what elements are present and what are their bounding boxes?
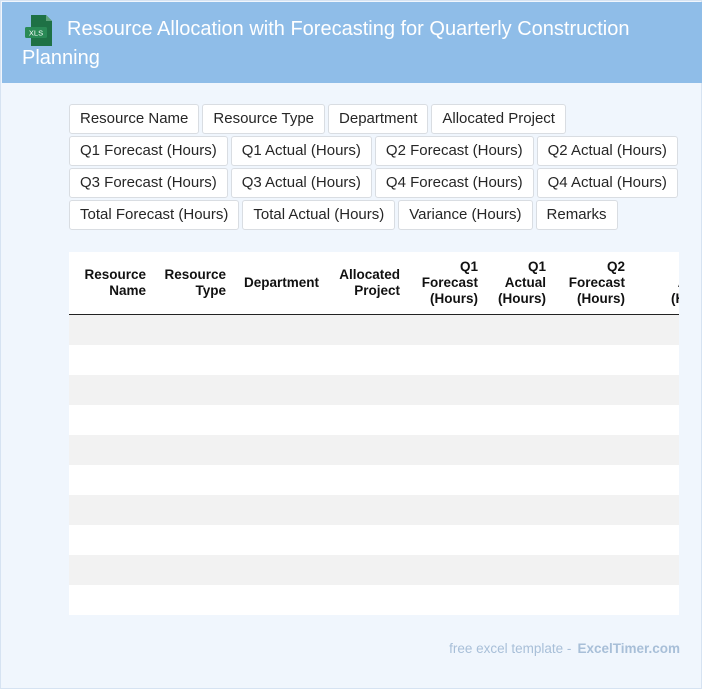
table-body (69, 315, 679, 615)
page-frame: XLS Resource Allocation with Forecasting… (0, 0, 702, 689)
column-chip[interactable]: Q1 Forecast (Hours) (69, 136, 228, 166)
column-chip[interactable]: Q3 Forecast (Hours) (69, 168, 228, 198)
table-row (69, 375, 679, 405)
column-chip[interactable]: Q4 Forecast (Hours) (374, 168, 534, 198)
column-chip[interactable]: Q2 Actual (Hours) (536, 136, 678, 166)
column-header: Q1 Actual (Hours) (498, 259, 546, 306)
column-header: Resource Type (164, 267, 226, 298)
column-header: Q2 Forecast (Hours) (568, 259, 625, 306)
column-chip[interactable]: Allocated Project (431, 104, 566, 134)
page-title: Resource Allocation with Forecasting for… (22, 18, 630, 69)
column-header: Allocated Project (339, 267, 400, 298)
column-chip[interactable]: Total Forecast (Hours) (69, 200, 240, 230)
chip-row: Resource Name Resource Type Department Allo… (69, 104, 689, 136)
column-chip[interactable]: Remarks (535, 200, 618, 230)
table-row (69, 555, 679, 585)
chip-row: Total Forecast (Hours) Total Actual (Hour… (69, 200, 689, 232)
column-chip[interactable]: Resource Type (202, 104, 326, 134)
table-row (69, 525, 679, 555)
table-row (69, 435, 679, 465)
column-chip[interactable]: Total Actual (Hours) (242, 200, 396, 230)
table-row (69, 495, 679, 525)
column-chip-list: Resource Name Resource Type Department Allo… (69, 104, 689, 232)
data-table: Resource Name Resource Type Department Alloca… (69, 252, 679, 615)
table-row (69, 585, 679, 615)
table-row (69, 315, 679, 345)
chip-row: Q3 Forecast (Hours) Q3 Actual (Hours) Q4 F… (69, 168, 689, 200)
column-header: Q2Actual(Hours) (671, 275, 679, 306)
table-row (69, 345, 679, 375)
column-chip[interactable]: Q1 Actual (Hours) (230, 136, 372, 166)
table-header: Resource Name Resource Type Department Alloca… (69, 252, 679, 315)
column-chip[interactable]: Resource Name (69, 104, 200, 134)
column-chip[interactable]: Q3 Actual (Hours) (230, 168, 372, 198)
column-chip[interactable]: Variance (Hours) (398, 200, 533, 230)
chip-row: Q1 Forecast (Hours) Q1 Actual (Hours) Q2 F… (69, 136, 689, 168)
column-chip[interactable]: Department (328, 104, 429, 134)
column-header: Department (243, 275, 319, 290)
column-chip[interactable]: Q2 Forecast (Hours) (374, 136, 534, 166)
footer-brand-link[interactable]: ExcelTimer.com (577, 641, 680, 656)
column-header: Resource Name (84, 267, 146, 298)
table-row (69, 405, 679, 435)
column-header: Q1 Forecast (Hours) (421, 259, 478, 306)
table-row (69, 465, 679, 495)
column-chip[interactable]: Q4 Actual (Hours) (536, 168, 678, 198)
footer-text: free excel template - (449, 641, 572, 656)
footer-credit: free excel template - ExcelTimer.com (449, 641, 680, 656)
